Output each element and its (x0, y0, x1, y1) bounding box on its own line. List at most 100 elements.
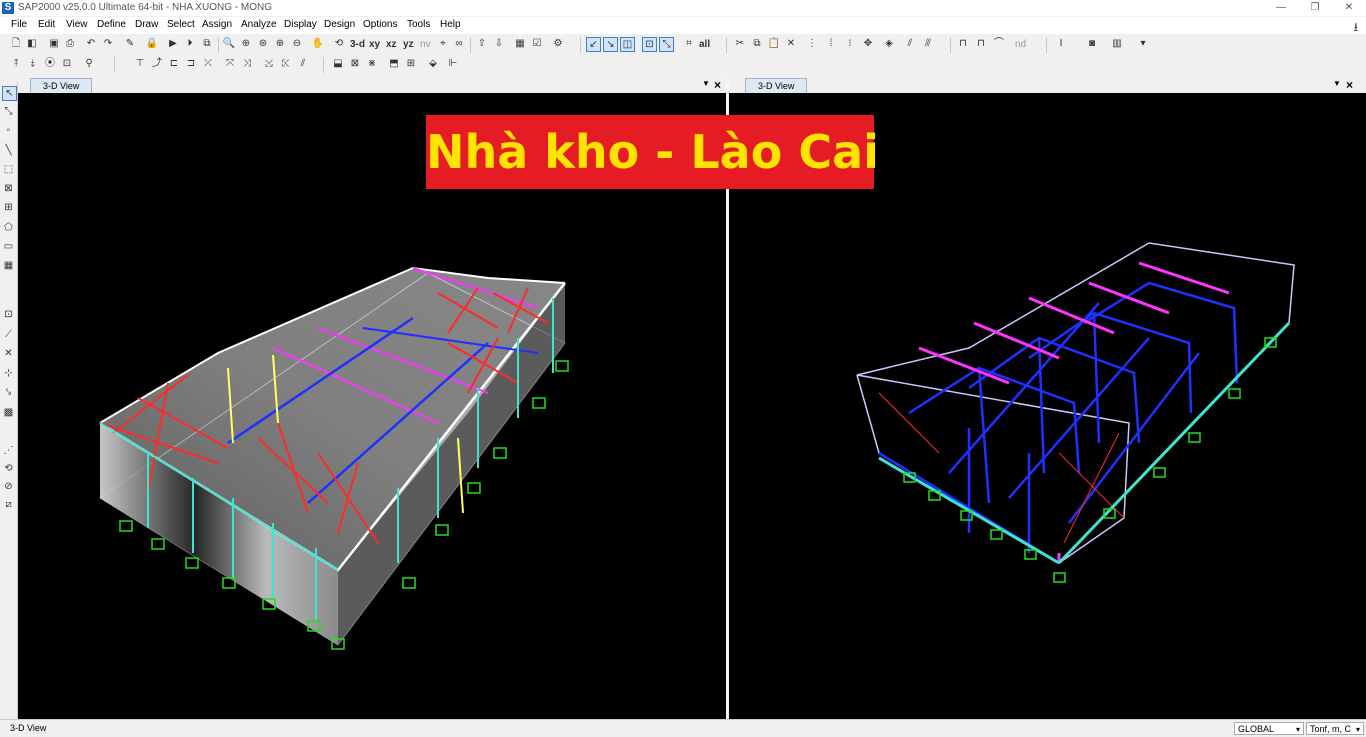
view-yz-button[interactable]: yz (403, 39, 414, 50)
menu-display[interactable]: Display (284, 19, 317, 30)
new-model-icon[interactable]: 🗋 (9, 37, 23, 51)
right-pane-tab[interactable]: 3-D View (745, 78, 808, 93)
select-all-button[interactable]: all (699, 39, 710, 50)
rotate-3d-icon[interactable]: ⟲ (332, 37, 346, 51)
pan-icon[interactable]: ✋ (311, 37, 325, 51)
frame-loads-icon[interactable]: ⤨ (240, 57, 254, 71)
snap-points-icon[interactable]: ↙ (586, 37, 601, 52)
draw-dimension-icon[interactable]: ⤥ (2, 386, 15, 399)
menu-help[interactable]: Help (440, 19, 461, 30)
show-design-icon[interactable]: ⊩ (446, 57, 460, 71)
joint-restraint-icon[interactable]: ⤉ (9, 57, 23, 71)
joint-loads-icon[interactable]: ⚲ (82, 57, 96, 71)
coordinate-system-select[interactable]: GLOBAL ▾ (1234, 722, 1304, 735)
draw-brace-icon[interactable]: ⊠ (2, 182, 15, 195)
joint-spring-icon[interactable]: ⤈ (26, 57, 40, 71)
frame-local-axes-icon[interactable]: ⤧ (223, 57, 237, 71)
draw-point-icon[interactable]: ▫ (2, 124, 15, 137)
extrude-icon[interactable]: ⫽ (903, 37, 917, 51)
menu-analyze[interactable]: Analyze (241, 19, 277, 30)
menu-tools[interactable]: Tools (407, 19, 430, 30)
previous-select-icon[interactable]: ⟲ (2, 462, 15, 475)
pointer-select-icon[interactable]: ↖ (2, 86, 17, 101)
right-pane-close-icon[interactable]: × (1346, 78, 1353, 92)
view-3d-button[interactable]: 3-d (350, 39, 365, 50)
toggle-view-icon[interactable]: ∞ (452, 37, 466, 51)
menu-edit[interactable]: Edit (38, 19, 55, 30)
undo-icon[interactable]: ↶ (84, 37, 98, 51)
right-pane-menu-icon[interactable]: ▼ (1333, 79, 1341, 88)
cut-icon[interactable]: ✂ (733, 37, 747, 51)
units-select[interactable]: Tonf, m, C ▾ (1306, 722, 1364, 735)
move-icon[interactable]: ✥ (861, 37, 875, 51)
frame-insertion-icon[interactable]: ⊐ (184, 57, 198, 71)
zoom-restore-icon[interactable]: ⊕ (239, 37, 253, 51)
redo-icon[interactable]: ↷ (101, 37, 115, 51)
select-intersect-icon[interactable]: ⧄ (2, 498, 15, 511)
paste-icon[interactable]: 📋 (767, 37, 781, 51)
joint-constraint-icon[interactable]: ⊡ (60, 57, 74, 71)
minimize-button[interactable]: — (1266, 0, 1296, 16)
frame-output-stations-icon[interactable]: ⤫ (201, 57, 215, 71)
print-icon[interactable]: ⎙ (63, 37, 77, 51)
display-options-icon[interactable]: ⚙ (551, 37, 565, 51)
quick-draw-area-icon[interactable]: ▦ (2, 259, 15, 272)
draw-special-joint-icon[interactable]: ✕ (2, 347, 15, 360)
draw-cable-icon[interactable]: ⌒ (992, 37, 1006, 51)
area-sections-icon[interactable]: ⬓ (331, 57, 345, 71)
maximize-button[interactable]: ❐ (1300, 0, 1330, 16)
zoom-extents-icon[interactable]: ⊛ (256, 37, 270, 51)
join-frames-icon[interactable]: ◈ (882, 37, 896, 51)
close-button[interactable]: ✕ (1334, 0, 1364, 16)
show-forces-icon[interactable]: ⊞ (404, 57, 418, 71)
quick-draw-frame-icon[interactable]: ⬚ (2, 163, 15, 176)
move-down-icon[interactable]: ⇩ (492, 37, 506, 51)
set-select-mode-icon[interactable]: ⊡ (2, 308, 15, 321)
perspective-icon[interactable]: ⌖ (436, 37, 450, 51)
move-up-icon[interactable]: ⇧ (475, 37, 489, 51)
show-deformed-icon[interactable]: ⬒ (387, 57, 401, 71)
left-pane-close-icon[interactable]: × (714, 78, 721, 92)
frame-releases-icon[interactable]: ⤴ (150, 57, 164, 71)
quick-draw-brace-icon[interactable]: ⊞ (2, 201, 15, 214)
menu-assign[interactable]: Assign (202, 19, 232, 30)
refresh-icon[interactable]: ✎ (123, 37, 137, 51)
draw-poly-area-icon[interactable]: ⬠ (2, 221, 15, 234)
edit-points-icon[interactable]: ⁞ (824, 37, 838, 51)
left-pane-tab[interactable]: 3-D View (30, 78, 93, 93)
draw-rect-area-icon[interactable]: ▭ (2, 240, 15, 253)
run-analysis-icon[interactable]: ▶ (166, 37, 180, 51)
view-xz-button[interactable]: xz (386, 39, 397, 50)
view-xy-button[interactable]: xy (369, 39, 380, 50)
draw-section-cut-icon[interactable]: ⊹ (2, 367, 15, 380)
replicate-icon[interactable]: ⋮ (805, 37, 819, 51)
reshape-icon[interactable]: ⤡ (2, 105, 15, 118)
draw-line-icon[interactable]: ╲ (2, 144, 15, 157)
zoom-out-icon[interactable]: ⊖ (290, 37, 304, 51)
run-now-icon[interactable]: ⏵ (183, 37, 197, 51)
frame-point-load-icon[interactable]: ⤩ (262, 57, 276, 71)
material-icon[interactable]: ◙ (1085, 37, 1099, 51)
menu-view[interactable]: View (66, 19, 88, 30)
joint-mass-icon[interactable]: ⦿ (43, 57, 57, 71)
menu-design[interactable]: Design (324, 19, 355, 30)
zoom-in-icon[interactable]: ⊕ (273, 37, 287, 51)
select-pointer-icon[interactable]: ⌗ (682, 37, 696, 51)
snap-lines-icon[interactable]: ↘ (603, 37, 618, 52)
menu-options[interactable]: Options (363, 19, 397, 30)
menu-draw[interactable]: Draw (135, 19, 158, 30)
snap-extensions-icon[interactable]: ⤡ (659, 37, 674, 52)
copy-icon[interactable]: ⧉ (750, 37, 764, 51)
divide-frames-icon[interactable]: ⁝ (843, 37, 857, 51)
draw-link-icon[interactable]: ⟋ (2, 328, 15, 341)
zoom-window-icon[interactable]: 🔍 (222, 37, 236, 51)
frame-sections-icon[interactable]: ⊤ (133, 57, 147, 71)
select-all-side-icon[interactable]: ⋰ (2, 444, 15, 457)
check-model-icon[interactable]: ☑ (530, 37, 544, 51)
frame-end-offsets-icon[interactable]: ⊏ (167, 57, 181, 71)
view-nv-button[interactable]: nv (420, 39, 431, 50)
lock-icon[interactable]: 🔒 (145, 37, 159, 51)
snap-intersections-icon[interactable]: ◫ (620, 37, 635, 52)
extrude-lines-icon[interactable]: ⫻ (921, 37, 935, 51)
menu-file[interactable]: File (11, 19, 27, 30)
